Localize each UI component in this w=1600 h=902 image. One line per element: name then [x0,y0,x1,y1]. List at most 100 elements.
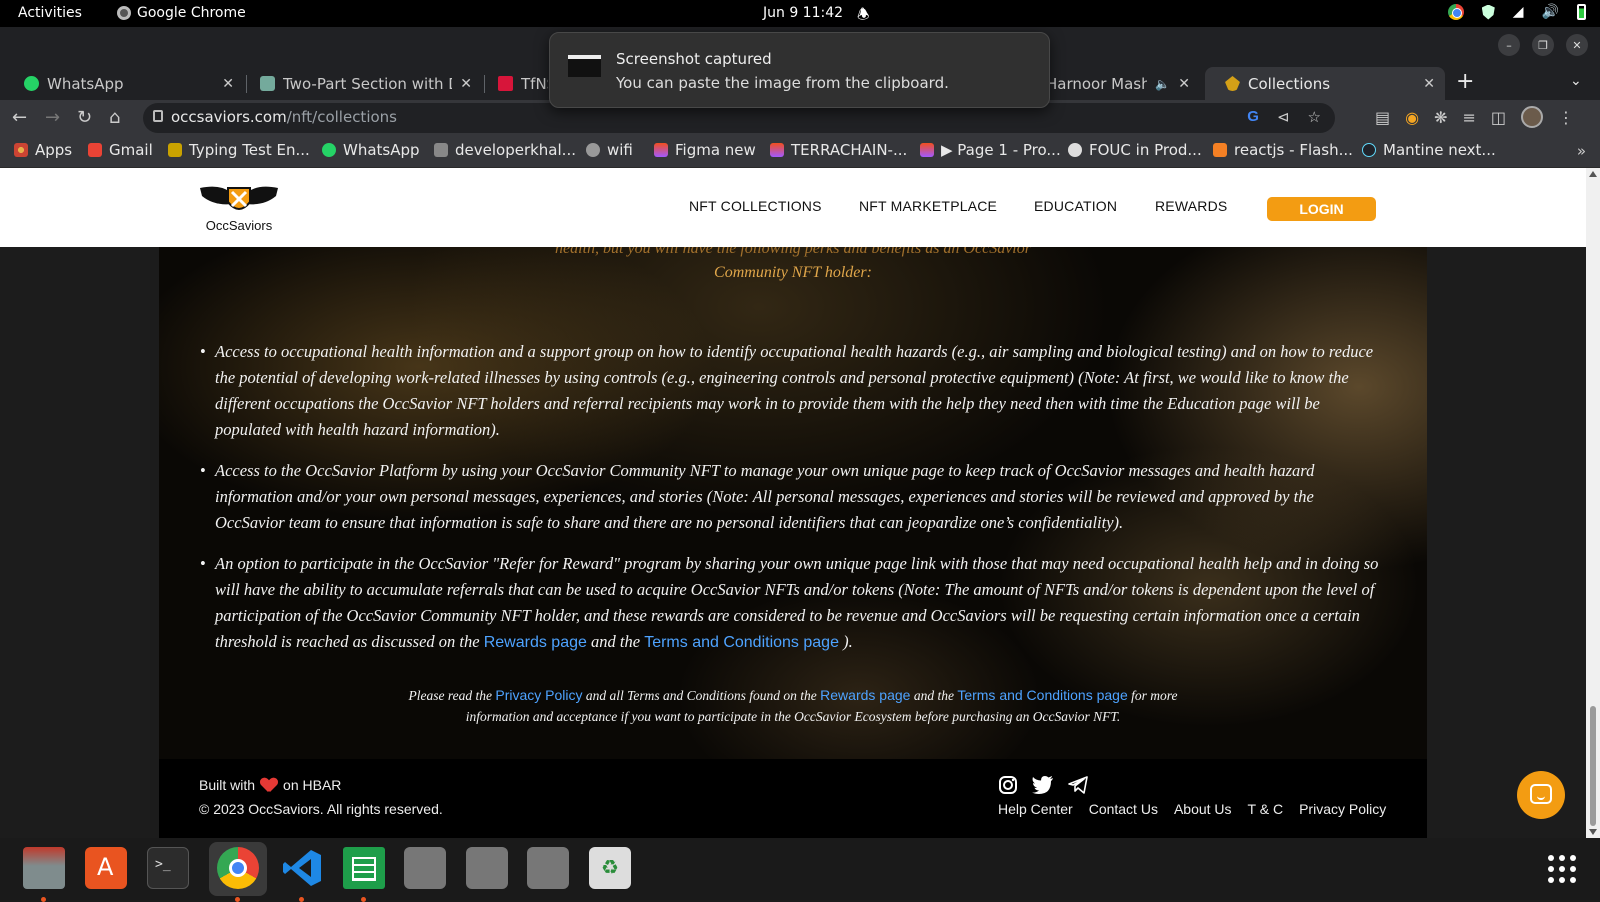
spreadsheet-icon[interactable] [343,847,385,902]
bookmark-figma-new[interactable]: Figma new [654,141,756,159]
terminal-icon[interactable]: >_ [147,847,189,889]
tab-collections[interactable]: Collections ✕ [1205,67,1445,100]
tab-tfnsw[interactable]: TfNSW [478,67,558,100]
scroll-up-icon[interactable] [1589,171,1597,177]
audio-playing-icon[interactable]: 🔈 [1155,77,1170,91]
nav-rewards[interactable]: REWARDS [1155,198,1227,214]
bookmark-developerkhal[interactable]: developerkhal... [434,141,576,159]
home-icon[interactable]: ⌂ [109,107,120,128]
scrollbar-thumb[interactable] [1590,706,1596,826]
bookmark-apps[interactable]: Apps [14,141,72,159]
share-icon[interactable]: ⊲ [1277,108,1290,126]
screenshot-notification[interactable]: Screenshot captured You can paste the im… [549,32,1050,108]
gmail-icon [88,143,102,157]
scroll-down-icon[interactable] [1589,829,1597,835]
site-logo[interactable]: OccSaviors [198,182,280,236]
app-center-icon[interactable]: A [85,847,127,889]
terms-page-link[interactable]: Terms and Conditions page [957,687,1127,703]
puzzle-extensions-icon[interactable]: ❋ [1434,108,1447,127]
tab-harnoor[interactable]: Harnoor Mashu 🔈 ✕ [1030,67,1200,100]
minimize-button[interactable]: – [1498,34,1520,56]
instagram-icon[interactable] [998,775,1018,795]
terms-page-link[interactable]: Terms and Conditions page [644,634,839,651]
privacy-policy-link[interactable]: Privacy Policy [1299,801,1386,817]
battery-icon[interactable] [1577,4,1586,20]
tab-two-part-section[interactable]: Two-Part Section with Div ✕ [240,67,482,100]
files-icon[interactable] [23,847,65,902]
side-panel-icon[interactable]: ◫ [1491,108,1506,127]
close-icon[interactable]: ✕ [460,76,472,92]
reload-icon[interactable]: ↻ [77,107,92,128]
nav-nft-collections[interactable]: NFT COLLECTIONS [689,198,822,214]
chat-launcher-button[interactable] [1517,771,1565,819]
login-button[interactable]: LOGIN [1267,197,1376,221]
nav-nft-marketplace[interactable]: NFT MARKETPLACE [859,198,997,214]
terms-link[interactable]: T & C [1248,801,1284,817]
system-tray[interactable]: ◢ 🔊 [1447,4,1586,20]
google-lens-icon[interactable]: G [1247,108,1259,126]
vscode-icon[interactable] [281,847,323,902]
tab-search-chevron-icon[interactable]: ⌄ [1570,73,1582,89]
copyright: © 2023 OccSaviors. All rights reserved. [199,801,443,817]
bookmark-star-icon[interactable]: ☆ [1308,108,1321,126]
reading-list-icon[interactable]: ≡ [1463,108,1476,127]
show-apps-grid-icon[interactable] [1548,855,1576,883]
generic-app-icon[interactable] [466,847,508,889]
telegram-icon[interactable] [1068,776,1088,794]
app-menu[interactable]: Google Chrome [117,5,246,21]
bookmark-fouc[interactable]: FOUC in Prod... [1068,141,1202,159]
clock[interactable]: Jun 9 11:42 [763,5,843,21]
rewards-page-link[interactable]: Rewards page [484,634,587,651]
bell-icon[interactable]: 🕭 [857,4,870,28]
back-arrow-icon[interactable]: ← [12,107,27,128]
volume-icon[interactable]: 🔊 [1542,4,1559,20]
chrome-tray-icon[interactable] [1447,4,1464,20]
privacy-policy-link[interactable]: Privacy Policy [495,687,582,703]
vscode-shape [283,850,321,886]
shield-icon[interactable] [1481,4,1495,20]
bookmark-mantine[interactable]: Mantine next... [1362,141,1496,159]
wifi-icon[interactable]: ◢ [1513,4,1524,20]
bookmark-reactjs[interactable]: reactjs - Flash... [1213,141,1353,159]
list-item: An option to participate in the OccSavio… [200,551,1385,656]
bookmark-whatsapp[interactable]: WhatsApp [322,141,420,159]
bookmark-terrachain[interactable]: TERRACHAIN-... [770,141,907,159]
close-window-button[interactable]: ✕ [1566,34,1588,56]
bookmark-wifi[interactable]: wifi [586,141,633,159]
close-icon[interactable]: ✕ [1423,76,1435,92]
tab-title: Collections [1248,74,1331,93]
twitter-icon[interactable] [1032,776,1054,794]
close-icon[interactable]: ✕ [1178,76,1190,92]
profile-avatar[interactable] [1521,106,1544,128]
bookmark-page1[interactable]: ▶ Page 1 - Pro... [920,141,1061,159]
kebab-menu-icon[interactable]: ⋮ [1558,108,1574,127]
intro-text-last-line: Community NFT holder: [714,264,872,281]
about-us-link[interactable]: About Us [1174,801,1232,817]
maximize-button[interactable]: ❐ [1532,34,1554,56]
bookmark-typing-test[interactable]: Typing Test En... [168,141,310,159]
close-icon[interactable]: ✕ [222,76,234,92]
new-tab-button[interactable]: + [1456,69,1474,94]
page-scrollbar[interactable] [1586,168,1600,838]
activities-button[interactable]: Activities [18,5,82,21]
generic-app-icon[interactable] [404,847,446,889]
more-bookmarks-button[interactable]: » [1577,142,1586,160]
figma-icon [654,143,668,157]
rewards-page-link[interactable]: Rewards page [820,687,910,703]
bookmark-gmail[interactable]: Gmail [88,141,153,159]
chrome-icon[interactable] [217,847,259,902]
nav-education[interactable]: EDUCATION [1034,198,1117,214]
trash-icon[interactable]: ♻ [589,847,631,889]
bookmark-label: FOUC in Prod... [1089,141,1202,159]
screen-ruler-extension-icon[interactable]: ▤ [1375,108,1390,127]
bookmark-label: Apps [35,141,73,159]
generic-app-icon[interactable] [527,847,569,889]
benefit-text: ). [838,632,853,651]
tab-whatsapp[interactable]: WhatsApp ✕ [4,67,244,100]
orange-extension-icon[interactable]: ◉ [1405,108,1419,127]
help-center-link[interactable]: Help Center [998,801,1073,817]
built-with-text: Built with [199,777,256,793]
lock-icon[interactable] [153,110,163,122]
contact-us-link[interactable]: Contact Us [1089,801,1158,817]
forward-arrow-icon[interactable]: → [45,107,60,128]
